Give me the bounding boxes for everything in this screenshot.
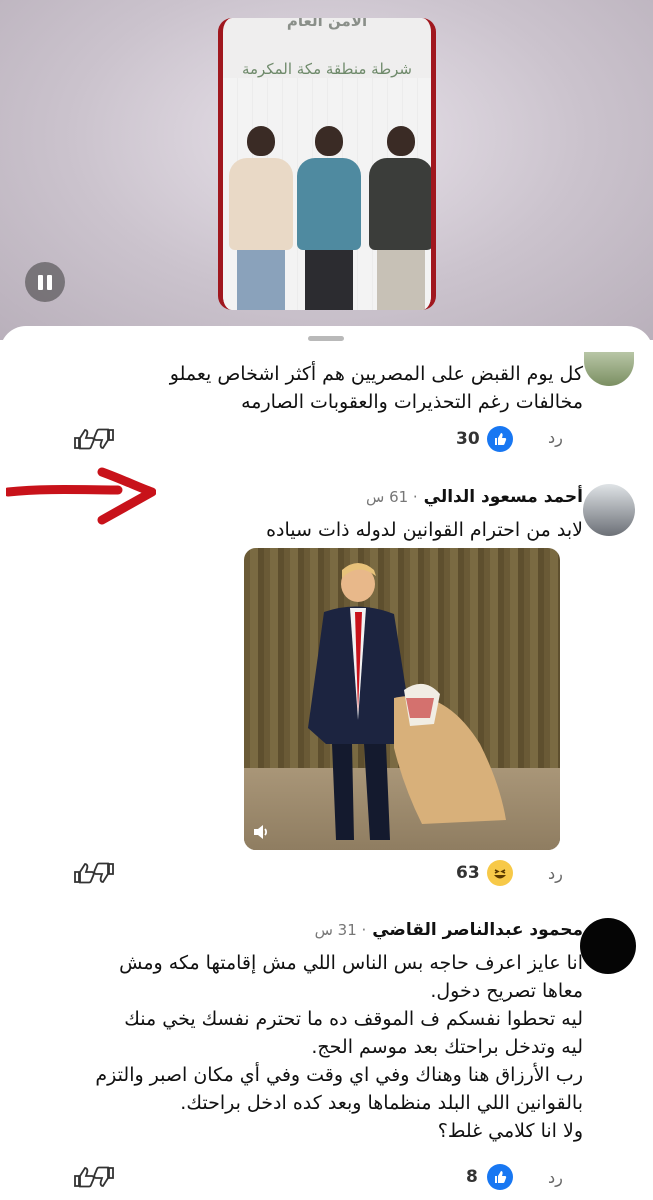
video-subtitle: شرطة منطقة مكة المكرمة <box>241 60 413 78</box>
image-figures <box>308 563 506 840</box>
red-arrow <box>6 467 156 525</box>
comment-time-value: 31 س <box>314 921 357 939</box>
reaction-count: 63 <box>456 863 480 883</box>
comment-time-value: 61 س <box>365 488 409 506</box>
reaction-count: 30 <box>456 429 480 449</box>
thumbs-reaction-icon[interactable] <box>72 862 116 884</box>
reaction-count: 8 <box>466 1167 478 1187</box>
author-name[interactable]: أحمد مسعود الدالي <box>424 487 583 507</box>
video-thumbnail[interactable]: الأمن العام شرطة منطقة مكة المكرمة <box>218 18 436 310</box>
like-icon[interactable] <box>487 1164 513 1190</box>
haha-icon[interactable] <box>487 860 513 886</box>
volume-icon[interactable] <box>252 822 272 842</box>
pause-icon <box>36 274 54 290</box>
reply-link[interactable]: رد <box>548 864 563 883</box>
thumbs-reaction-icon[interactable] <box>72 1166 116 1188</box>
person-figure <box>369 126 431 310</box>
comment-line: رب الأرزاق هنا وهناك وفي اي وقت وفي أي م… <box>95 1064 583 1086</box>
comment-line: ولا انا كلامي غلط؟ <box>437 1120 583 1142</box>
avatar[interactable] <box>580 918 636 974</box>
comment-time: · 61 س <box>365 488 418 506</box>
pause-button[interactable] <box>25 262 65 302</box>
comment-text: لابد من احترام القوانين لدوله ذات سياده <box>266 516 583 544</box>
comment-line: لابد من احترام القوانين لدوله ذات سياده <box>266 519 583 541</box>
comment-line: انا عايز اعرف حاجه بس الناس اللي مش إقام… <box>119 952 583 974</box>
comment-line: كل يوم القبض على المصريين هم أكثر اشخاص … <box>169 363 583 385</box>
video-top-text: الأمن العام <box>286 18 368 30</box>
comment-line: مخالفات رغم التحذيرات والعقوبات الصارمه <box>241 391 583 413</box>
comment-line: بالقوانين اللي البلد منظماها وبعد كده اد… <box>180 1092 583 1114</box>
comment-line: معاها تصريح دخول. <box>430 980 583 1002</box>
reply-link[interactable]: رد <box>548 428 563 447</box>
author-name[interactable]: محمود عبدالناصر القاضي <box>372 920 583 940</box>
sheet-grabber[interactable] <box>308 336 344 341</box>
comment-time: · 31 س <box>314 921 367 939</box>
like-icon[interactable] <box>487 426 513 452</box>
thumbs-reaction-icon[interactable] <box>72 428 116 450</box>
person-figure <box>297 126 361 310</box>
comment-text: كل يوم القبض على المصريين هم أكثر اشخاص … <box>170 360 583 416</box>
comment-text: انا عايز اعرف حاجه بس الناس اللي مش إقام… <box>23 949 583 1145</box>
comment-line: ليه تحطوا نفسكم ف الموقف ده ما تحترم نفس… <box>124 1008 583 1030</box>
reply-link[interactable]: رد <box>548 1168 563 1187</box>
comment-line: ليه وتدخل براحتك بعد موسم الحج. <box>311 1036 583 1058</box>
person-figure <box>229 126 293 310</box>
comment-author[interactable]: محمود عبدالناصر القاضي · 31 س <box>315 920 583 940</box>
avatar[interactable] <box>583 484 635 536</box>
comment-author[interactable]: أحمد مسعود الدالي · 61 س <box>366 487 583 507</box>
comment-image[interactable] <box>244 548 560 850</box>
